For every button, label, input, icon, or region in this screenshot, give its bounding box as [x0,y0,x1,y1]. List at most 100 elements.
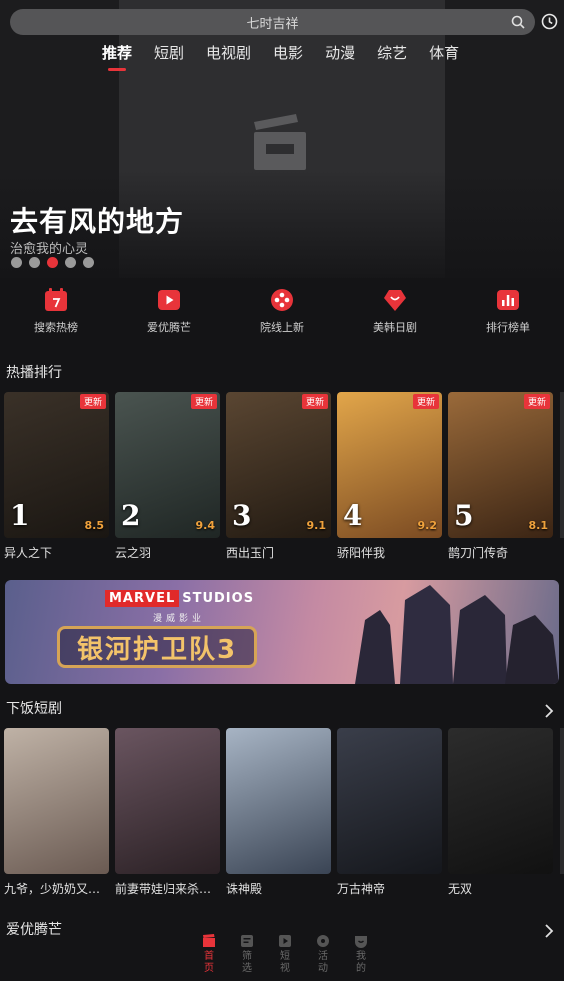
tab-3[interactable]: 电影 [273,42,303,70]
nav-filter[interactable]: 筛选 [228,934,266,981]
carousel-dot[interactable] [65,257,76,268]
poster-image: 更新 3 9.1 [226,392,331,538]
nav-label: 筛选 [242,951,252,974]
tab-5[interactable]: 综艺 [377,42,407,70]
image-placeholder-icon [254,114,306,170]
list-icon [241,935,253,947]
nav-activity[interactable]: 活动 [304,934,342,981]
poster-image [115,728,220,874]
nav-short-video[interactable]: 短视 [266,934,304,981]
partial-poster [560,392,564,538]
card-title: 西出玉门 [226,546,275,560]
carousel-dot[interactable] [83,257,94,268]
rank-card[interactable]: 更新 1 8.5 异人之下 [4,392,109,561]
nav-label: 活动 [318,951,328,974]
update-badge: 更新 [79,394,106,409]
carousel-dot[interactable] [47,257,58,268]
rank-number: 5 [454,499,474,532]
search-placeholder: 七时吉祥 [246,16,299,32]
nav-label: 首页 [204,951,214,974]
chevron-right-icon[interactable] [544,704,554,718]
hero-title: 去有风的地方 [10,205,185,238]
category-tabs: 推荐 短剧 电视剧 电影 动漫 综艺 体育 [102,42,481,71]
card-title: 无双 [448,882,473,896]
poster-image: 更新 4 9.2 [337,392,442,538]
card-title: 诛神殿 [226,882,263,896]
rank-card[interactable]: 更新 4 9.2 骄阳伴我 [337,392,442,561]
drama-card[interactable]: 九爷，少奶奶又… [4,728,109,897]
poster-image [4,728,109,874]
update-badge: 更新 [412,394,439,409]
profile-icon [355,936,367,948]
tab-1[interactable]: 短剧 [154,42,184,70]
rank-number: 1 [10,499,30,532]
card-title: 鹊刀门传奇 [448,546,509,560]
marvel-brand: MARVEL [105,589,180,607]
card-title: 九爷，少奶奶又… [4,882,101,896]
play-icon [158,290,180,310]
rank-number: 2 [121,499,141,532]
rank-card[interactable]: 更新 5 8.1 鹊刀门传奇 [448,392,553,561]
card-title: 云之羽 [115,546,152,560]
clapper-icon [203,934,215,947]
carousel-dot[interactable] [11,257,22,268]
tab-2[interactable]: 电视剧 [206,42,251,70]
rank-number: 4 [343,499,363,532]
bottom-navigation: 首页 筛选 短视 活动 我的 [190,934,380,981]
rank-card[interactable]: 更新 2 9.4 云之羽 [115,392,220,561]
bar-chart-icon [497,290,519,310]
quick-entry-search-hot[interactable]: 搜索热榜 [6,288,106,335]
nav-label: 短视 [280,951,290,974]
partial-poster [560,728,564,874]
drama-card[interactable]: 无双 [448,728,553,897]
poster-image [226,728,331,874]
quick-entry-label: 爱优腾芒 [147,321,191,334]
poster-image: 更新 5 8.1 [448,392,553,538]
chevron-right-icon[interactable] [544,924,554,938]
quick-entry-label: 搜索热榜 [34,321,78,334]
poster-image: 更新 1 8.5 [4,392,109,538]
nav-profile[interactable]: 我的 [342,934,380,981]
quick-entry-foreign-drama[interactable]: 美韩日剧 [345,288,445,335]
update-badge: 更新 [190,394,217,409]
search-icon[interactable] [511,15,525,29]
section-title-short-drama: 下饭短剧 [6,701,62,717]
quick-entry-ranking[interactable]: 排行榜单 [458,288,558,335]
update-badge: 更新 [523,394,550,409]
poster-image: 更新 2 9.4 [115,392,220,538]
tab-6[interactable]: 体育 [429,42,459,70]
rating-score: 8.5 [84,519,105,532]
drama-card[interactable]: 万古神帝 [337,728,442,897]
quick-entry-platforms[interactable]: 爱优腾芒 [119,288,219,335]
poster-image [448,728,553,874]
card-title: 骄阳伴我 [337,546,386,560]
search-bar[interactable]: 七时吉祥 [10,9,535,35]
marvel-logo: MARVEL STUDIOS [105,588,254,608]
quick-entry-label: 排行榜单 [486,321,530,334]
film-reel-icon [271,289,293,311]
card-title: 前妻带娃归来杀… [115,882,212,896]
poster-image [337,728,442,874]
rating-score: 9.1 [306,519,327,532]
quick-entry-theater[interactable]: 院线上新 [232,288,332,335]
quick-entry-label: 美韩日剧 [373,321,417,334]
card-title: 异人之下 [4,546,53,560]
heart-diamond-icon [384,290,406,311]
circle-icon [317,935,329,947]
section-title-platforms: 爱优腾芒 [6,922,62,938]
nav-home[interactable]: 首页 [190,934,228,981]
rating-score: 9.4 [195,519,216,532]
drama-card[interactable]: 前妻带娃归来杀… [115,728,220,897]
tab-0[interactable]: 推荐 [102,42,132,71]
marvel-studios: STUDIOS [182,590,255,606]
clock-icon[interactable] [541,13,558,30]
drama-card[interactable]: 诛神殿 [226,728,331,897]
carousel-dot[interactable] [29,257,40,268]
tab-4[interactable]: 动漫 [325,42,355,70]
banner-artwork [355,585,559,684]
card-title: 万古神帝 [337,882,386,896]
carousel-indicator [11,257,94,268]
banner-title: 银河护卫队3 [57,626,257,668]
promo-banner[interactable]: MARVEL STUDIOS 漫威影业 银河护卫队3 [5,580,559,684]
rank-card[interactable]: 更新 3 9.1 西出玉门 [226,392,331,561]
